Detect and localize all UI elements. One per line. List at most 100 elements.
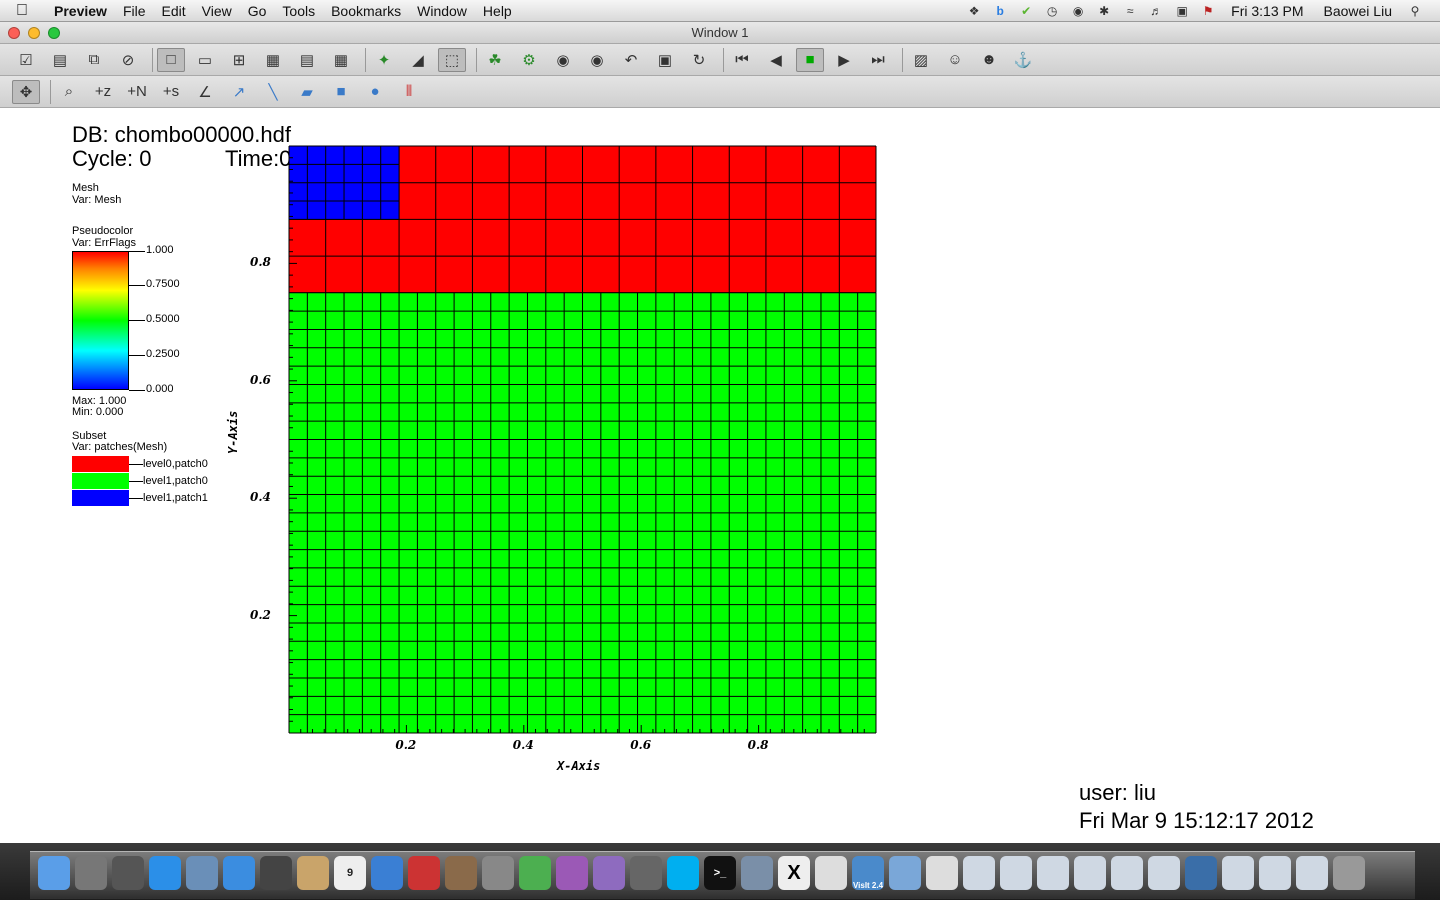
window-thumb-3-icon[interactable] [1037, 856, 1069, 890]
window-zoom-button[interactable] [48, 27, 60, 39]
menu-app-name[interactable]: Preview [44, 3, 115, 19]
lock-icon[interactable]: ⚓ [1009, 48, 1037, 72]
preview-app-icon[interactable] [186, 856, 218, 890]
battery-icon[interactable]: ▣ [1171, 3, 1193, 19]
safari-icon[interactable] [223, 856, 255, 890]
lineout-icon[interactable]: ◢ [404, 48, 432, 72]
binoculars-icon[interactable]: ◉ [1067, 3, 1089, 19]
menu-window[interactable]: Window [409, 3, 475, 19]
menu-help[interactable]: Help [475, 3, 520, 19]
script-icon[interactable] [815, 856, 847, 890]
window-thumb-8-icon[interactable] [1222, 856, 1254, 890]
mesh-plot[interactable] [288, 145, 878, 737]
document-icon[interactable] [926, 856, 958, 890]
emacs-icon[interactable] [556, 856, 588, 890]
prev-frame-icon[interactable]: ◀ [762, 48, 790, 72]
line-icon[interactable]: ╲ [259, 80, 287, 104]
menu-bookmarks[interactable]: Bookmarks [323, 3, 409, 19]
vis-canvas[interactable]: DB: chombo00000.hdf Cycle: 0 Time:0 Mesh… [0, 108, 1440, 843]
word-icon[interactable] [593, 856, 625, 890]
window-thumb-4-icon[interactable] [1074, 856, 1106, 890]
flag-icon[interactable]: ⚑ [1197, 3, 1219, 19]
pick-n-icon[interactable]: +N [123, 80, 151, 104]
apple-menu-icon[interactable]:  [0, 2, 44, 20]
last-frame-icon[interactable]: ⏭ [864, 48, 892, 72]
layout-1x1-icon[interactable]: □ [157, 47, 185, 72]
camera-icon[interactable]: ◉ [549, 48, 577, 72]
layout-2x4-icon[interactable]: ▤ [293, 48, 321, 72]
plane-icon[interactable]: ▰ [293, 80, 321, 104]
window-thumb-2-icon[interactable] [1000, 856, 1032, 890]
bluetooth-icon[interactable]: ✱ [1093, 3, 1115, 19]
plot-icon[interactable]: ☘ [481, 48, 509, 72]
camera2-icon[interactable]: ◉ [583, 48, 611, 72]
menu-tools[interactable]: Tools [274, 3, 323, 19]
launchpad-icon[interactable] [75, 856, 107, 890]
axes-icon[interactable]: ∠ [191, 80, 219, 104]
first-frame-icon[interactable]: ⏮ [728, 48, 756, 72]
skype-icon[interactable] [667, 856, 699, 890]
layout-3x3-icon[interactable]: ▦ [327, 48, 355, 72]
clear-icon[interactable]: ☑ [12, 48, 40, 72]
axis-array-icon[interactable]: ⫴ [395, 80, 423, 104]
pick-z-icon[interactable]: +z [89, 80, 117, 104]
dropbox-icon[interactable]: ❖ [963, 3, 985, 19]
menu-go[interactable]: Go [240, 3, 275, 19]
time-machine-icon[interactable]: ◷ [1041, 3, 1063, 19]
window-titlebar[interactable]: Window 1 [0, 22, 1440, 44]
copy-icon[interactable]: ⧉ [80, 48, 108, 72]
3d-icon[interactable]: ⬚ [438, 47, 466, 72]
menu-edit[interactable]: Edit [154, 3, 194, 19]
navigate-icon[interactable]: ✥ [12, 79, 40, 104]
person2-icon[interactable]: ☻ [975, 48, 1003, 72]
layout-2x3-icon[interactable]: ▦ [259, 48, 287, 72]
operator-icon[interactable]: ⚙ [515, 48, 543, 72]
spotlight-search-icon[interactable]: ⚲ [1404, 3, 1426, 19]
iphoto-icon[interactable] [445, 856, 477, 890]
itunes-icon[interactable] [371, 856, 403, 890]
save-icon[interactable]: ▣ [651, 48, 679, 72]
zoom-icon[interactable]: ⌕ [55, 80, 83, 104]
photo-booth-icon[interactable] [408, 856, 440, 890]
contacts-icon[interactable] [297, 856, 329, 890]
stop-icon[interactable]: ■ [796, 47, 824, 72]
menubar-clock[interactable]: Fri 3:13 PM [1221, 3, 1313, 19]
window-minimize-button[interactable] [28, 27, 40, 39]
undo-icon[interactable]: ↶ [617, 48, 645, 72]
folder-icon[interactable] [889, 856, 921, 890]
mail-icon[interactable] [741, 856, 773, 890]
lineout-tool-icon[interactable]: ↗ [225, 80, 253, 104]
box-icon[interactable]: ■ [327, 80, 355, 104]
dashboard-icon[interactable] [112, 856, 144, 890]
menu-view[interactable]: View [194, 3, 240, 19]
calendar-icon[interactable]: 9 [334, 856, 366, 890]
pick-icon[interactable]: ✦ [370, 48, 398, 72]
menu-file[interactable]: File [115, 3, 154, 19]
volume-icon[interactable]: ♬ [1145, 3, 1167, 19]
terminal-icon[interactable]: >_ [704, 856, 736, 890]
menubar-user[interactable]: Baowei Liu [1314, 3, 1403, 19]
facetime-icon[interactable] [260, 856, 292, 890]
window-thumb-7-icon[interactable] [1185, 856, 1217, 890]
system-preferences-icon[interactable] [482, 856, 514, 890]
layout-1x2-icon[interactable]: ▭ [191, 48, 219, 72]
visit-icon[interactable]: VisIt 2.4 [852, 856, 884, 890]
window-close-button[interactable] [8, 27, 20, 39]
wifi-icon[interactable]: ≈ [1119, 3, 1141, 19]
person-icon[interactable]: ☺ [941, 48, 969, 72]
play-icon[interactable]: ▶ [830, 48, 858, 72]
chrome-icon[interactable] [519, 856, 551, 890]
sphere-icon[interactable]: ● [361, 80, 389, 104]
new-window-icon[interactable]: ▤ [46, 48, 74, 72]
finder-icon[interactable] [38, 856, 70, 890]
b-icon[interactable]: b [989, 3, 1011, 19]
x11-icon[interactable]: X [778, 856, 810, 890]
app-store-icon[interactable] [149, 856, 181, 890]
window-thumb-1-icon[interactable] [963, 856, 995, 890]
utilities-icon[interactable] [630, 856, 662, 890]
layout-2x2-icon[interactable]: ⊞ [225, 48, 253, 72]
trash-icon[interactable] [1333, 856, 1365, 890]
check-icon[interactable]: ✔ [1015, 3, 1037, 19]
palette-icon[interactable]: ▨ [907, 48, 935, 72]
window-thumb-10-icon[interactable] [1296, 856, 1328, 890]
